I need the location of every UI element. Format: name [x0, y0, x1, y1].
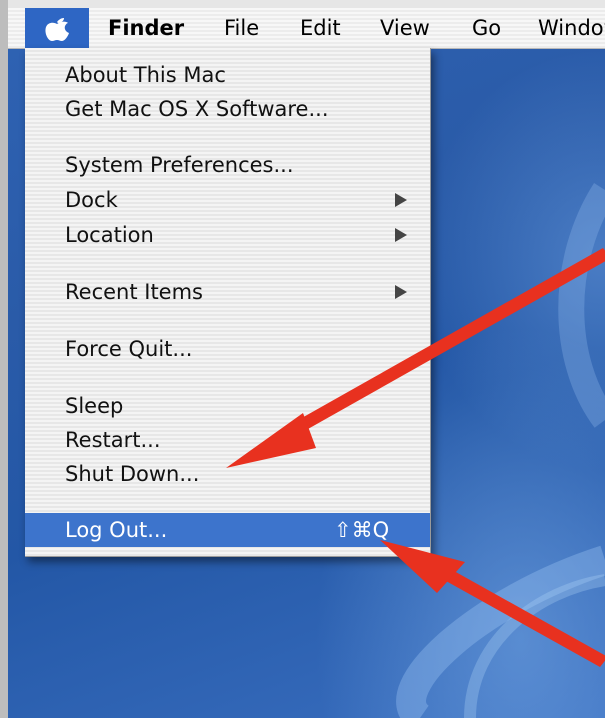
- menu-item-force-quit[interactable]: Force Quit...: [25, 332, 430, 366]
- menu-item-label: Sleep: [65, 394, 124, 418]
- menu-item-get-software[interactable]: Get Mac OS X Software...: [25, 92, 430, 126]
- menu-item-label: About This Mac: [65, 63, 226, 87]
- menu-item-label: Log Out...: [65, 518, 168, 542]
- submenu-arrow-icon: [395, 228, 407, 242]
- menu-edit[interactable]: Edit: [300, 8, 341, 48]
- menu-item-restart[interactable]: Restart...: [25, 423, 430, 457]
- menu-item-label: Restart...: [65, 428, 161, 452]
- menu-item-recent-items[interactable]: Recent Items: [25, 275, 430, 309]
- apple-logo-icon: [45, 18, 69, 41]
- menu-item-system-preferences[interactable]: System Preferences...: [25, 148, 430, 182]
- menu-item-label: System Preferences...: [65, 153, 294, 177]
- menu-item-label: Location: [65, 223, 154, 247]
- screen-left-edge: [0, 0, 8, 718]
- menu-item-shut-down[interactable]: Shut Down...: [25, 457, 430, 491]
- menu-item-log-out[interactable]: Log Out... ⇧⌘Q: [25, 513, 430, 547]
- apple-menu-button[interactable]: [25, 8, 89, 48]
- submenu-arrow-icon: [395, 193, 407, 207]
- menu-item-about-this-mac[interactable]: About This Mac: [25, 58, 430, 92]
- menu-item-label: Shut Down...: [65, 462, 200, 486]
- menu-go[interactable]: Go: [472, 8, 501, 48]
- menu-item-dock[interactable]: Dock: [25, 183, 430, 217]
- screen-top-strip: [0, 0, 605, 8]
- keyboard-shortcut: ⇧⌘Q: [334, 518, 390, 542]
- menu-window[interactable]: Window: [538, 8, 605, 48]
- menu-item-sleep[interactable]: Sleep: [25, 389, 430, 423]
- menu-finder[interactable]: Finder: [108, 8, 184, 48]
- menu-item-location[interactable]: Location: [25, 218, 430, 252]
- menu-view[interactable]: View: [380, 8, 430, 48]
- menu-item-label: Force Quit...: [65, 337, 193, 361]
- apple-dropdown-menu: About This Mac Get Mac OS X Software... …: [25, 48, 431, 557]
- menu-item-label: Get Mac OS X Software...: [65, 97, 329, 121]
- menu-file[interactable]: File: [224, 8, 259, 48]
- menu-item-label: Dock: [65, 188, 118, 212]
- menu-item-label: Recent Items: [65, 280, 203, 304]
- submenu-arrow-icon: [395, 285, 407, 299]
